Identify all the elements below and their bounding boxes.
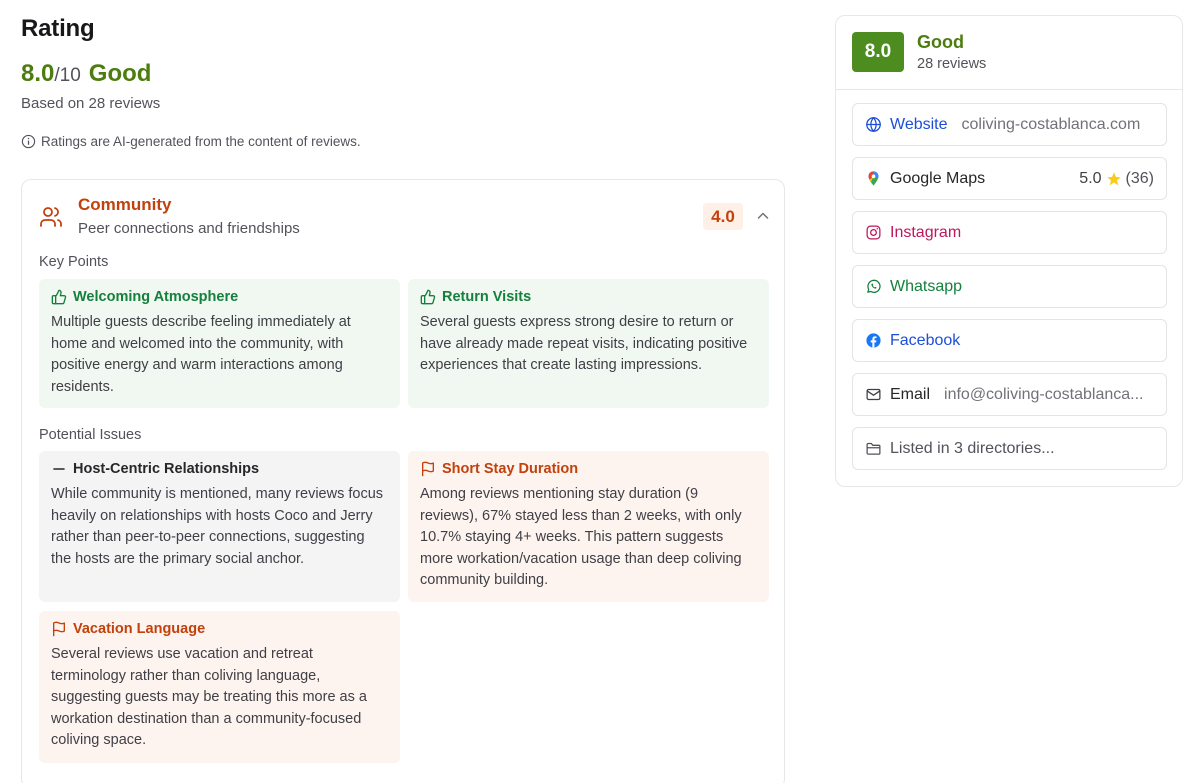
sidebar-review-count: 28 reviews: [917, 56, 987, 72]
category-score: 4.0: [703, 203, 743, 230]
category-subtitle: Peer connections and friendships: [78, 220, 300, 237]
overall-score-max: /10: [54, 65, 81, 86]
chevron-up-icon[interactable]: [755, 208, 771, 224]
directories-label: Listed in 3 directories...: [890, 439, 1055, 457]
email-link[interactable]: Email info@coliving-costablanca...: [852, 373, 1167, 416]
facebook-link[interactable]: Facebook: [852, 319, 1167, 362]
issue-text: Several reviews use vacation and retreat…: [51, 646, 367, 748]
key-point-title: Return Visits: [442, 289, 532, 305]
directories-link[interactable]: Listed in 3 directories...: [852, 427, 1167, 470]
potential-issues-label: Potential Issues: [39, 427, 142, 443]
google-maps-link[interactable]: Google Maps 5.0 (36): [852, 157, 1167, 200]
issue-text: While community is mentioned, many revie…: [51, 486, 384, 567]
website-link[interactable]: Website coliving-costablanca.com: [852, 103, 1167, 146]
google-maps-rating: 5.0 (36): [1079, 170, 1154, 188]
review-count: Based on 28 reviews: [21, 95, 161, 112]
facebook-label: Facebook: [890, 331, 961, 349]
google-maps-label: Google Maps: [890, 169, 986, 187]
google-maps-rating-value: 5.0: [1079, 169, 1102, 187]
folder-icon: [866, 442, 881, 455]
whatsapp-icon: [867, 279, 881, 293]
category-card: Community Peer connections and friendshi…: [21, 179, 785, 783]
star-icon: [1106, 171, 1121, 185]
instagram-link[interactable]: Instagram: [852, 211, 1167, 254]
category-title: Community: [78, 195, 172, 214]
key-point-text: Multiple guests describe feeling immedia…: [51, 314, 351, 395]
ai-disclaimer-text: Ratings are AI-generated from the conten…: [41, 134, 361, 149]
issue-title: Short Stay Duration: [442, 461, 579, 477]
key-point-card: Return Visits Several guests express str…: [408, 279, 769, 408]
email-address: info@coliving-costablanca...: [944, 385, 1144, 403]
issue-text: Among reviews mentioning stay duration (…: [420, 486, 742, 588]
issue-card: Host-Centric Relationships While communi…: [39, 451, 400, 602]
flag-icon: [53, 621, 65, 637]
website-url: coliving-costablanca.com: [961, 115, 1141, 133]
whatsapp-link[interactable]: Whatsapp: [852, 265, 1167, 308]
globe-icon: [866, 116, 881, 133]
thumbs-up-icon: [51, 289, 67, 305]
google-maps-rating-count: (36): [1125, 169, 1154, 187]
summary-sidebar: 8.0 Good 28 reviews Website coliving-cos…: [835, 15, 1183, 487]
info-icon: [21, 134, 36, 149]
sidebar-score-badge: 8.0: [852, 32, 904, 72]
key-point-text: Several guests express strong desire to …: [420, 314, 748, 373]
flag-icon: [422, 461, 434, 477]
map-pin-icon: [868, 171, 879, 186]
overall-score-value: 8.0: [21, 60, 55, 87]
divider: [836, 89, 1182, 90]
sidebar-score-word: Good: [917, 32, 964, 52]
facebook-icon: [866, 333, 881, 348]
thumbs-up-icon: [420, 289, 436, 305]
overall-score-word: Good: [88, 60, 152, 87]
whatsapp-label: Whatsapp: [890, 277, 963, 295]
key-point-title: Welcoming Atmosphere: [73, 289, 239, 305]
email-label: Email: [890, 385, 931, 403]
page-title: Rating: [21, 15, 95, 42]
website-label: Website: [890, 115, 948, 133]
minus-icon: [53, 468, 65, 470]
key-points-label: Key Points: [39, 254, 109, 270]
overall-score: 8.0/10 Good: [21, 60, 151, 88]
issue-card: Vacation Language Several reviews use va…: [39, 611, 400, 763]
users-icon: [40, 207, 62, 227]
issue-title: Host-Centric Relationships: [73, 461, 260, 477]
mail-icon: [866, 388, 881, 401]
ai-disclaimer: Ratings are AI-generated from the conten…: [21, 134, 361, 149]
issue-title: Vacation Language: [73, 621, 206, 637]
instagram-icon: [866, 225, 881, 240]
instagram-label: Instagram: [890, 223, 962, 241]
issue-card: Short Stay Duration Among reviews mentio…: [408, 451, 769, 602]
key-point-card: Welcoming Atmosphere Multiple guests des…: [39, 279, 400, 408]
